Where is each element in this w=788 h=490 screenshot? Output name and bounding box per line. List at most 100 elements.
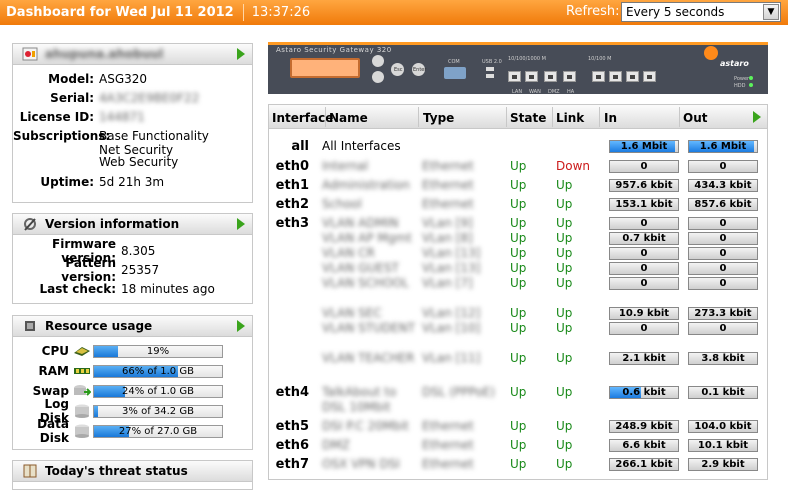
ethernet-port-icon <box>643 71 656 82</box>
threat-status-header[interactable]: Today's threat status <box>13 461 252 482</box>
interface-table-header: Interface Name Type State Link In Out <box>269 105 767 129</box>
version-info-title: Version information <box>45 217 180 231</box>
info-label: Pattern version: <box>61 255 116 284</box>
ha-label: HA <box>567 89 575 95</box>
col-state[interactable]: State <box>510 111 546 125</box>
disk-icon <box>71 423 93 439</box>
interface-type: Ethernet <box>422 159 474 173</box>
traffic-out-bar: 0 <box>688 160 758 173</box>
interface-type: VLan [13] <box>422 246 481 260</box>
disk-icon <box>71 403 93 419</box>
interface-type: VLan [11] <box>422 351 481 365</box>
interface-link: Up <box>556 246 573 260</box>
usage-bar: 24% of 1.0 GB <box>93 384 223 398</box>
info-value: 8.305 <box>121 243 156 258</box>
esc-label: Esc <box>394 67 403 73</box>
interface-state: Up <box>510 178 527 192</box>
system-info-panel: ahupuna.ahobuul Model: ASG320 Serial: 4A3C2… <box>12 43 253 203</box>
hdd-label: HDD <box>734 83 746 89</box>
traffic-out-bar: 3.8 kbit <box>688 352 758 365</box>
interface-link: Up <box>556 276 573 290</box>
interface-state: Up <box>510 159 527 173</box>
interface-state: Up <box>510 216 527 230</box>
interface-type: Ethernet <box>422 419 474 433</box>
astaro-logo-icon <box>704 46 718 60</box>
refresh-select[interactable]: Every 5 seconds ▼ <box>621 2 781 22</box>
traffic-out-bar: 104.0 kbit <box>688 420 758 433</box>
usb-port-icon <box>486 74 494 78</box>
traffic-in-value: 0 <box>640 248 648 259</box>
column-divider <box>552 107 553 127</box>
info-row: License ID: 144871 <box>13 107 252 126</box>
traffic-out-bar: 0 <box>688 277 758 290</box>
usage-row: Data Disk 27% of 27.0 GB <box>13 417 252 445</box>
interface-state: Up <box>510 231 527 245</box>
interface-name: TalkAbout to DSL 10Mbit <box>322 385 397 414</box>
header-divider <box>242 4 244 21</box>
resource-usage-header[interactable]: Resource usage <box>13 316 252 337</box>
col-name[interactable]: Name <box>329 111 368 125</box>
interface-type: Ethernet <box>422 438 474 452</box>
hdd-led-icon <box>749 83 753 87</box>
traffic-out-value: 0 <box>719 233 727 244</box>
traffic-out-value: 10.1 kbit <box>697 440 749 451</box>
interface-id: eth1 <box>275 178 309 193</box>
interface-name: Administration <box>322 178 410 192</box>
interface-link: Up <box>556 231 573 245</box>
traffic-out-bar: 273.3 kbit <box>688 307 758 320</box>
info-label: Uptime: <box>40 174 94 189</box>
traffic-out-value: 434.3 kbit <box>694 180 752 191</box>
traffic-out-bar: 0 <box>688 247 758 260</box>
interface-state: Up <box>510 438 527 452</box>
go-arrow-icon[interactable] <box>753 111 761 123</box>
chevron-down-icon[interactable]: ▼ <box>763 4 779 20</box>
col-type[interactable]: Type <box>423 111 454 125</box>
go-arrow-icon[interactable] <box>237 218 245 230</box>
interface-id: eth3 <box>275 216 309 231</box>
go-arrow-icon[interactable] <box>237 320 245 332</box>
power-led-icon <box>749 76 753 80</box>
usage-bar-fill <box>94 385 125 397</box>
interface-id: eth2 <box>275 197 309 212</box>
interface-link: Down <box>556 159 591 173</box>
interface-type: VLan [12] <box>422 306 481 320</box>
traffic-in-bar: 957.6 kbit <box>609 179 679 192</box>
traffic-out-value: 2.9 kbit <box>701 459 745 470</box>
info-value: 5d 21h 3m <box>99 174 165 189</box>
usage-text: 66% of 1.0 GB <box>122 365 194 377</box>
traffic-in-bar: 153.1 kbit <box>609 198 679 211</box>
book-icon <box>21 463 39 479</box>
interface-id: all <box>291 139 309 154</box>
go-arrow-icon[interactable] <box>237 48 245 60</box>
swap-icon <box>71 383 93 399</box>
column-divider <box>679 107 680 127</box>
interface-state: Up <box>510 419 527 433</box>
ethernet-port-icon <box>544 71 557 82</box>
interface-type: VLan [10] <box>422 321 481 335</box>
header-bar: Dashboard for Wed Jul 11 2012 13:37:26 R… <box>0 0 788 25</box>
traffic-in-bar: 0.7 kbit <box>609 232 679 245</box>
usage-label: Data Disk <box>37 417 69 445</box>
interface-id: eth7 <box>275 457 309 472</box>
traffic-out-value: 0 <box>719 161 727 172</box>
version-info-header[interactable]: Version information <box>13 214 252 235</box>
traffic-in-value: 248.9 kbit <box>615 421 673 432</box>
column-divider <box>506 107 507 127</box>
system-info-header[interactable]: ahupuna.ahobuul <box>13 44 252 65</box>
cpu-icon <box>71 343 93 359</box>
usage-text: 19% <box>146 345 170 357</box>
resource-rows: CPU 19% RAM 66% of 1.0 GB Swap 24% of 1.0 GB L… <box>13 337 252 445</box>
col-link[interactable]: Link <box>556 111 584 125</box>
usage-label: RAM <box>38 364 69 378</box>
col-out[interactable]: Out <box>683 111 707 125</box>
interface-link: Up <box>556 419 573 433</box>
interface-name: OSX VPN DSI <box>322 457 400 471</box>
interface-type: VLan [13] <box>422 261 481 275</box>
traffic-out-value: 273.3 kbit <box>694 308 752 319</box>
interface-type: VLan [8] <box>422 231 473 245</box>
interface-id: eth5 <box>275 419 309 434</box>
traffic-out-value: 104.0 kbit <box>694 421 752 432</box>
traffic-in-bar: 6.6 kbit <box>609 439 679 452</box>
col-in[interactable]: In <box>604 111 617 125</box>
info-row: Model: ASG320 <box>13 69 252 88</box>
